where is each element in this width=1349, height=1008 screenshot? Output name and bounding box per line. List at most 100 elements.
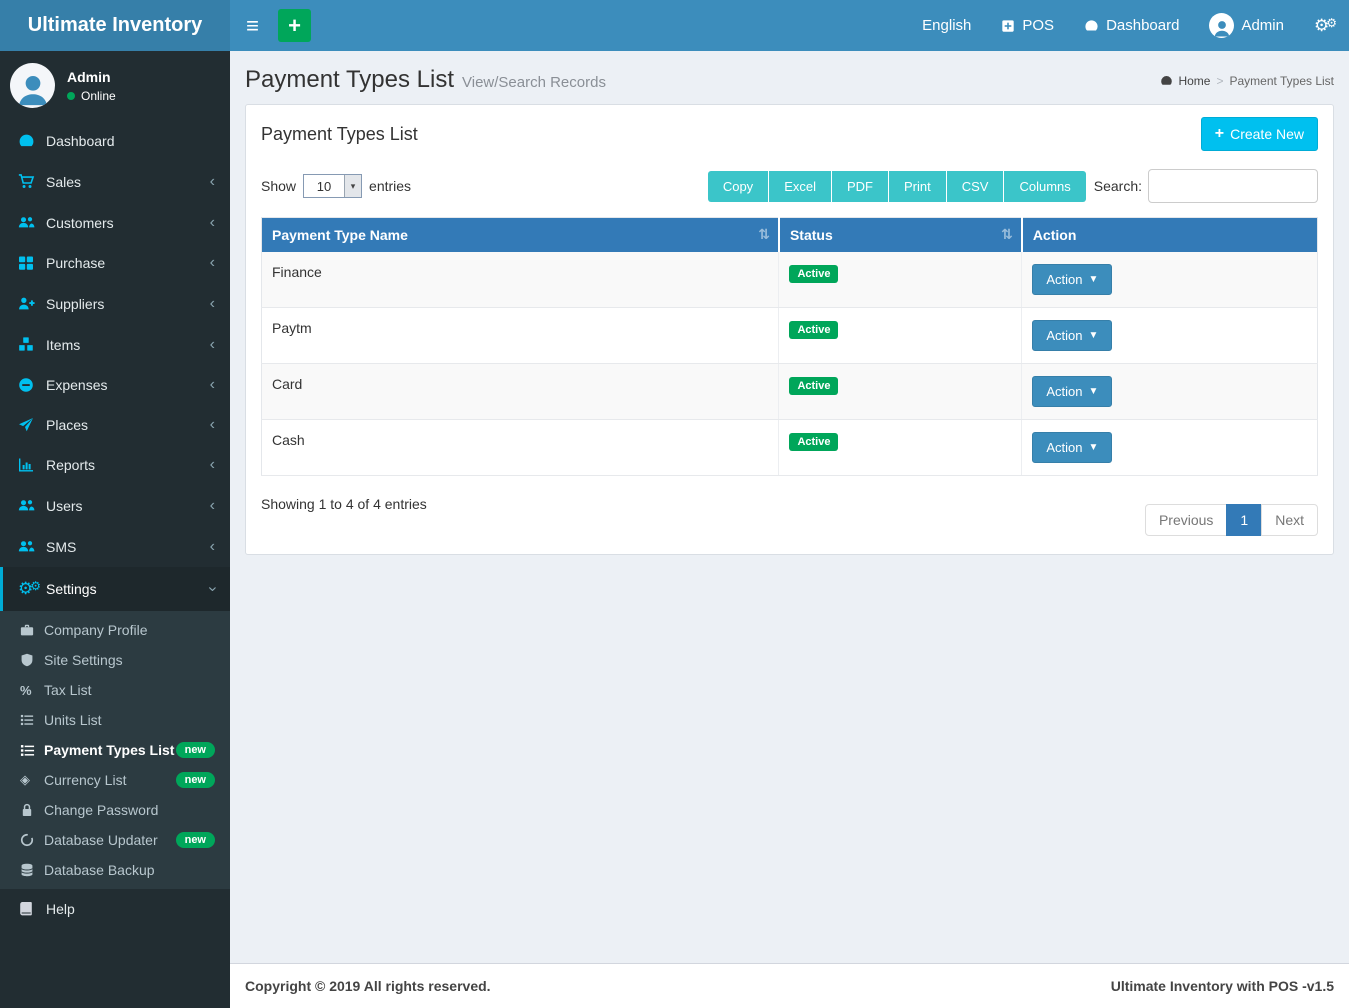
copy-button[interactable]: Copy [708,171,769,202]
settings-submenu: Company Profile Site Settings %Tax List … [0,611,230,889]
online-dot-icon [67,92,75,100]
sidebar-item-suppliers[interactable]: Suppliers‹ [0,283,230,324]
submenu-item-payment-types-list[interactable]: Payment Types Listnew [0,735,230,765]
version-text: Ultimate Inventory with POS -v1.5 [1111,978,1334,994]
columns-button[interactable]: Columns [1004,171,1085,202]
sidebar-item-help[interactable]: Help [0,889,230,929]
sidebar-item-reports[interactable]: Reports‹ [0,445,230,485]
sidebar-item-sales[interactable]: Sales‹ [0,161,230,202]
submenu-item-currency-list[interactable]: ◈Currency Listnew [0,765,230,795]
book-icon [18,901,46,917]
submenu-item-change-password[interactable]: Change Password [0,795,230,825]
page-1-button[interactable]: 1 [1226,504,1262,536]
chevron-left-icon: ‹ [210,542,215,552]
column-header-status[interactable]: Status⇅ [779,218,1022,252]
shield-icon [20,653,44,667]
copyright-text: Copyright © 2019 All rights reserved. [245,978,491,994]
avatar [1209,13,1234,38]
payment-type-name: Paytm [262,307,779,363]
sidebar-item-sms[interactable]: SMS‹ [0,526,230,567]
user-plus-icon [18,295,46,312]
submenu-item-site-settings[interactable]: Site Settings [0,645,230,675]
bar-chart-icon [18,457,46,473]
chevron-left-icon: ‹ [210,460,215,470]
action-dropdown-button[interactable]: Action▼ [1032,264,1112,295]
status-badge: Active [789,265,838,283]
page-length-select[interactable]: 10 ▾ [303,174,362,198]
plus-icon: + [288,13,301,39]
content: Payment Types List View/Search Records H… [230,51,1349,963]
settings-menu[interactable]: ⚙⚙ [1299,0,1349,51]
sidebar: Admin Online Dashboard Sales‹ Customers‹… [0,51,230,1008]
table-row: Paytm Active Action▼ [262,307,1318,363]
action-dropdown-button[interactable]: Action▼ [1032,432,1112,463]
navbar-right: English POS Dashboard Admin ⚙⚙ [907,0,1349,51]
sidebar-item-settings[interactable]: ⚙⚙Settings‹ [0,567,230,611]
grid-icon [18,255,46,271]
sidebar-item-users[interactable]: Users‹ [0,485,230,526]
search-input[interactable] [1148,169,1318,203]
status-badge: Active [789,433,838,451]
sidebar-item-purchase[interactable]: Purchase‹ [0,243,230,283]
status-badge: Active [789,321,838,339]
action-dropdown-button[interactable]: Action▼ [1032,320,1112,351]
previous-page-button[interactable]: Previous [1145,504,1227,536]
sidebar-item-items[interactable]: Items‹ [0,324,230,365]
payment-types-card: Payment Types List +Create New Show 10 ▾… [245,104,1334,555]
plus-icon: + [1215,125,1224,143]
cart-icon [18,173,46,190]
users-icon [18,214,46,231]
column-header-name[interactable]: Payment Type Name⇅ [262,218,779,252]
sidebar-item-places[interactable]: Places‹ [0,405,230,445]
chevron-left-icon: ‹ [210,380,215,390]
caret-down-icon: ▼ [1088,330,1098,341]
table-info: Showing 1 to 4 of 4 entries [261,490,427,512]
submenu-item-database-backup[interactable]: Database Backup [0,855,230,885]
sidebar-toggle-icon[interactable]: ≡ [230,0,275,51]
sidebar-item-dashboard[interactable]: Dashboard [0,120,230,161]
print-button[interactable]: Print [889,171,947,202]
language-menu[interactable]: English [907,0,986,51]
create-new-button[interactable]: +Create New [1201,117,1318,151]
sidebar-item-expenses[interactable]: Expenses‹ [0,365,230,405]
sidebar-item-customers[interactable]: Customers‹ [0,202,230,243]
tachometer-icon [18,132,46,149]
content-header: Payment Types List View/Search Records H… [230,51,1349,94]
next-page-button[interactable]: Next [1261,504,1318,536]
card-header: Payment Types List +Create New [246,105,1333,159]
tachometer-icon [1084,18,1099,33]
user-menu[interactable]: Admin [1194,0,1299,51]
submenu-item-company-profile[interactable]: Company Profile [0,615,230,645]
submenu-item-database-updater[interactable]: Database Updaternew [0,825,230,855]
user-status: Online [67,89,116,103]
excel-button[interactable]: Excel [769,171,832,202]
app-logo[interactable]: Ultimate Inventory [0,0,230,51]
new-badge: new [176,772,215,788]
export-buttons: Copy Excel PDF Print CSV Columns [708,171,1086,202]
top-navbar: ≡ + English POS Dashboard Admin ⚙⚙ [230,0,1349,51]
submenu-item-units-list[interactable]: Units List [0,705,230,735]
list-icon [20,743,44,758]
quick-add-button[interactable]: + [278,9,311,42]
breadcrumb-home[interactable]: Home [1160,74,1210,88]
action-dropdown-button[interactable]: Action▼ [1032,376,1112,407]
dashboard-link[interactable]: Dashboard [1069,0,1194,51]
gears-icon: ⚙⚙ [18,579,46,599]
chevron-left-icon: ‹ [210,218,215,228]
users-icon [18,538,46,555]
submenu-item-tax-list[interactable]: %Tax List [0,675,230,705]
breadcrumb-separator: > [1216,74,1223,88]
card-title: Payment Types List [261,124,418,145]
payment-type-name: Finance [262,252,779,308]
caret-down-icon: ▼ [1088,386,1098,397]
users-icon [18,497,46,514]
payment-type-name: Card [262,363,779,419]
csv-button[interactable]: CSV [947,171,1005,202]
circle-notch-icon [20,833,44,847]
search-label: Search: [1094,178,1142,194]
pdf-button[interactable]: PDF [832,171,889,202]
payment-types-table: Payment Type Name⇅ Status⇅ Action Financ… [261,217,1318,476]
table-row: Cash Active Action▼ [262,419,1318,475]
pos-link[interactable]: POS [986,0,1069,51]
chevron-left-icon: ‹ [210,258,215,268]
